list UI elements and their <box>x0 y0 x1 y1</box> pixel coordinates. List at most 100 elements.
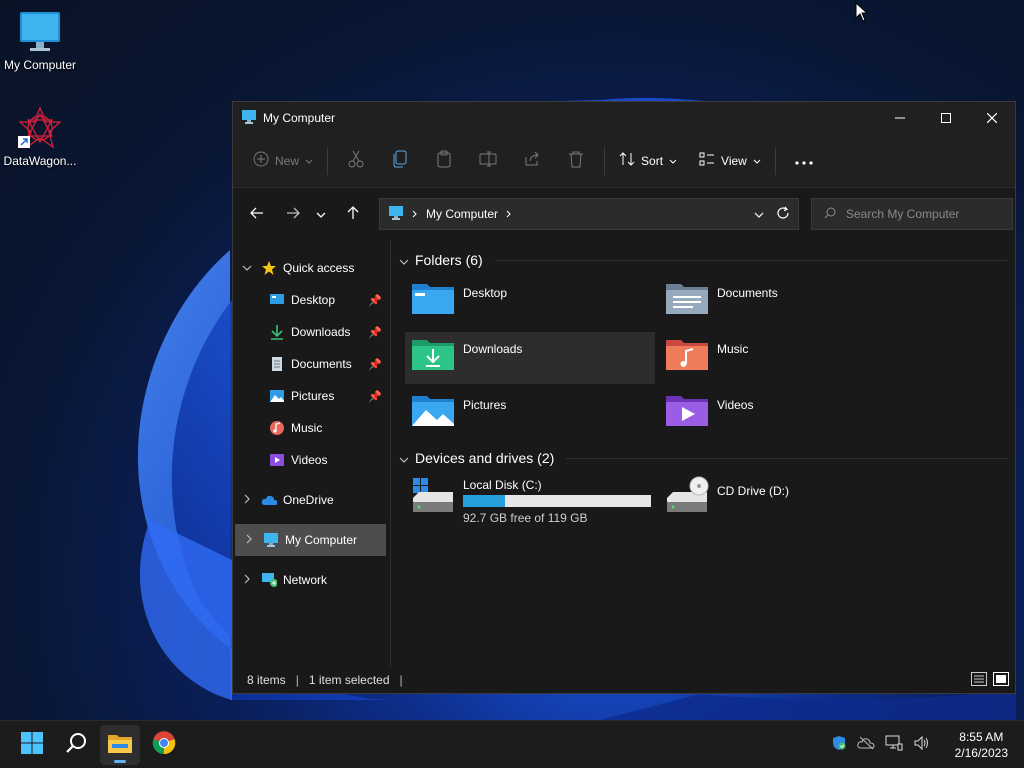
taskbar: 8:55 AM 2/16/2023 <box>0 720 1024 768</box>
chevron-right-icon[interactable] <box>233 574 261 587</box>
security-shield-icon[interactable] <box>831 735 847 754</box>
folder-tile-videos[interactable]: Videos <box>659 388 909 440</box>
chevron-down-icon <box>753 154 761 168</box>
back-button[interactable] <box>241 198 273 230</box>
folder-tile-music[interactable]: Music <box>659 332 909 384</box>
arrow-left-icon <box>250 207 264 222</box>
address-bar[interactable]: My Computer <box>379 198 799 230</box>
network-status-icon[interactable] <box>885 735 903 754</box>
folders-group-header[interactable]: Folders (6) <box>399 248 1007 272</box>
documents-folder-icon <box>665 280 709 324</box>
minimize-button[interactable] <box>877 102 923 134</box>
pin-icon: 📌 <box>368 326 382 339</box>
pin-icon: 📌 <box>368 294 382 307</box>
pin-icon: 📌 <box>368 390 382 403</box>
selection-count: 1 item selected <box>308 673 390 687</box>
command-bar: New Sort View <box>233 134 1015 188</box>
sort-arrows-icon <box>619 151 635 170</box>
sidebar-item-downloads[interactable]: Downloads 📌 <box>233 316 390 348</box>
rename-icon <box>479 151 497 170</box>
tiles-view-icon[interactable] <box>993 671 1009 689</box>
up-button[interactable] <box>337 198 369 230</box>
sidebar-item-quick-access[interactable]: Quick access <box>233 252 390 284</box>
star-icon <box>261 260 277 276</box>
folder-tile-pictures[interactable]: Pictures <box>405 388 655 440</box>
search-icon <box>65 732 87 757</box>
new-button[interactable]: New <box>245 145 321 177</box>
sidebar-item-onedrive[interactable]: OneDrive <box>233 484 390 516</box>
ellipsis-icon <box>795 154 813 168</box>
music-folder-icon <box>665 336 709 380</box>
sidebar-item-music[interactable]: Music <box>233 412 390 444</box>
mouse-cursor-icon <box>855 1 869 25</box>
rename-button[interactable] <box>472 145 504 177</box>
sidebar-item-videos[interactable]: Videos <box>233 444 390 476</box>
sidebar-item-network[interactable]: Network <box>233 564 390 596</box>
drive-tile-local-disk-c[interactable]: Local Disk (C:) 92.7 GB free of 119 GB <box>405 474 655 526</box>
sidebar-item-documents[interactable]: Documents 📌 <box>233 348 390 380</box>
folder-tile-desktop[interactable]: Desktop <box>405 276 655 328</box>
videos-folder-icon <box>665 392 709 436</box>
refresh-icon[interactable] <box>776 206 790 223</box>
toolbar-divider <box>327 146 329 175</box>
file-explorer-taskbar-button[interactable] <box>100 724 140 765</box>
toolbar-divider <box>774 146 776 175</box>
sidebar-item-my-computer[interactable]: My Computer <box>235 524 386 556</box>
start-button[interactable] <box>12 725 52 765</box>
network-icon <box>261 572 277 588</box>
chevron-down-icon[interactable] <box>233 263 261 274</box>
plus-circle-icon <box>253 151 269 170</box>
delete-button[interactable] <box>560 145 592 177</box>
search-button[interactable] <box>56 725 96 765</box>
details-view-icon[interactable] <box>971 671 987 689</box>
desktop-icon-my-computer[interactable]: My Computer <box>0 10 80 72</box>
chevron-right-icon[interactable] <box>235 534 263 547</box>
recent-locations-button[interactable] <box>309 198 333 230</box>
clock[interactable]: 8:55 AM 2/16/2023 <box>955 729 1008 761</box>
volume-icon[interactable] <box>913 735 931 754</box>
toolbar-divider <box>604 146 606 175</box>
folder-tile-documents[interactable]: Documents <box>659 276 909 328</box>
status-bar: 8 items | 1 item selected | <box>233 667 1015 693</box>
drives-group-header[interactable]: Devices and drives (2) <box>399 446 1007 470</box>
paste-button[interactable] <box>428 145 460 177</box>
scissors-icon <box>348 150 364 171</box>
forward-button[interactable] <box>277 198 309 230</box>
cd-drive-icon <box>665 476 709 516</box>
folder-tile-downloads[interactable]: Downloads <box>405 332 655 384</box>
folders-grid: Desktop Documents Downloads Music Pictur… <box>405 276 1007 440</box>
address-path-my-computer[interactable]: My Computer <box>426 207 498 221</box>
chevron-down-icon <box>669 154 677 168</box>
more-options-button[interactable] <box>788 145 820 177</box>
sort-button[interactable]: Sort <box>611 145 685 177</box>
onedrive-offline-icon[interactable] <box>856 736 875 753</box>
share-button[interactable] <box>516 145 548 177</box>
window-monitor-icon <box>241 109 257 128</box>
chevron-down-icon <box>399 252 409 268</box>
chevron-right-icon <box>506 207 512 221</box>
maximize-button[interactable] <box>923 102 969 134</box>
sidebar-item-desktop[interactable]: Desktop 📌 <box>233 284 390 316</box>
system-tray: 8:55 AM 2/16/2023 <box>831 729 1024 761</box>
desktop-icon-datawagon[interactable]: DataWagon... <box>0 106 80 168</box>
chevron-down-icon <box>399 450 409 466</box>
title-bar[interactable]: My Computer <box>233 102 1015 134</box>
chevron-right-icon[interactable] <box>233 494 261 507</box>
sidebar-item-pictures[interactable]: Pictures 📌 <box>233 380 390 412</box>
share-icon <box>524 151 540 170</box>
copy-button[interactable] <box>384 145 416 177</box>
drive-tile-cd-drive-d[interactable]: CD Drive (D:) <box>659 474 909 526</box>
clipboard-icon <box>436 150 452 171</box>
cut-button[interactable] <box>340 145 372 177</box>
chrome-icon <box>152 731 176 758</box>
chevron-down-icon <box>316 207 326 221</box>
close-button[interactable] <box>969 102 1015 134</box>
search-input[interactable]: Search My Computer <box>811 198 1013 230</box>
address-history-dropdown[interactable] <box>754 207 764 221</box>
view-button[interactable]: View <box>691 145 769 177</box>
chevron-down-icon <box>305 154 313 168</box>
cloud-icon <box>261 492 277 508</box>
window-title: My Computer <box>263 111 336 125</box>
chrome-taskbar-button[interactable] <box>144 725 184 765</box>
monitor-icon <box>388 205 404 224</box>
